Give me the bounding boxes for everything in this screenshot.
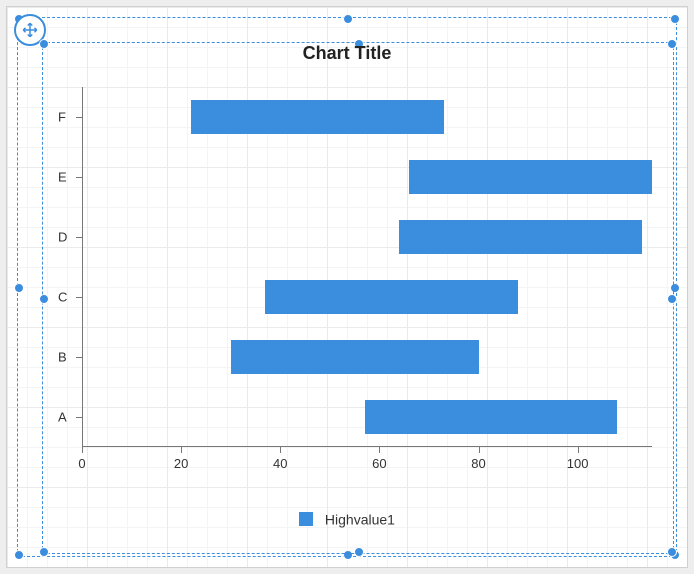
x-tick [181, 447, 182, 453]
x-tick-label: 40 [273, 456, 287, 471]
chart-title[interactable]: Chart Title [7, 43, 687, 64]
y-tick [76, 297, 82, 298]
resize-handle-bl[interactable] [14, 550, 24, 560]
inner-handle-mr[interactable] [667, 294, 677, 304]
legend-swatch [299, 512, 313, 526]
bar-D[interactable] [399, 220, 642, 254]
y-tick-label: B [58, 350, 67, 365]
bar-E[interactable] [409, 160, 652, 194]
design-surface[interactable]: Chart Title 020406080100FEDCBA Highvalue… [6, 6, 688, 568]
x-tick [82, 447, 83, 453]
bar-B[interactable] [231, 340, 479, 374]
inner-handle-bl[interactable] [39, 547, 49, 557]
x-tick-label: 20 [174, 456, 188, 471]
y-tick-label: D [58, 230, 67, 245]
resize-handle-ml[interactable] [14, 283, 24, 293]
legend[interactable]: Highvalue1 [7, 510, 687, 527]
y-tick [76, 237, 82, 238]
x-tick-label: 60 [372, 456, 386, 471]
y-tick-label: C [58, 290, 67, 305]
x-tick [479, 447, 480, 453]
x-tick-label: 100 [567, 456, 589, 471]
x-axis [82, 446, 652, 447]
plot-area[interactable]: 020406080100FEDCBA [82, 87, 652, 447]
x-tick-label: 0 [78, 456, 85, 471]
inner-handle-ml[interactable] [39, 294, 49, 304]
y-tick-label: E [58, 170, 67, 185]
x-tick [280, 447, 281, 453]
y-tick-label: F [58, 110, 66, 125]
y-tick [76, 417, 82, 418]
resize-handle-tm[interactable] [343, 14, 353, 24]
x-tick [379, 447, 380, 453]
x-tick-label: 80 [471, 456, 485, 471]
legend-label: Highvalue1 [325, 511, 395, 527]
x-tick [578, 447, 579, 453]
resize-handle-tr[interactable] [670, 14, 680, 24]
y-tick [76, 177, 82, 178]
bar-F[interactable] [191, 100, 444, 134]
inner-handle-br[interactable] [667, 547, 677, 557]
y-tick [76, 117, 82, 118]
y-tick [76, 357, 82, 358]
y-tick-label: A [58, 410, 67, 425]
bar-C[interactable] [265, 280, 518, 314]
bar-A[interactable] [365, 400, 618, 434]
inner-handle-bm[interactable] [354, 547, 364, 557]
y-axis [82, 87, 83, 447]
